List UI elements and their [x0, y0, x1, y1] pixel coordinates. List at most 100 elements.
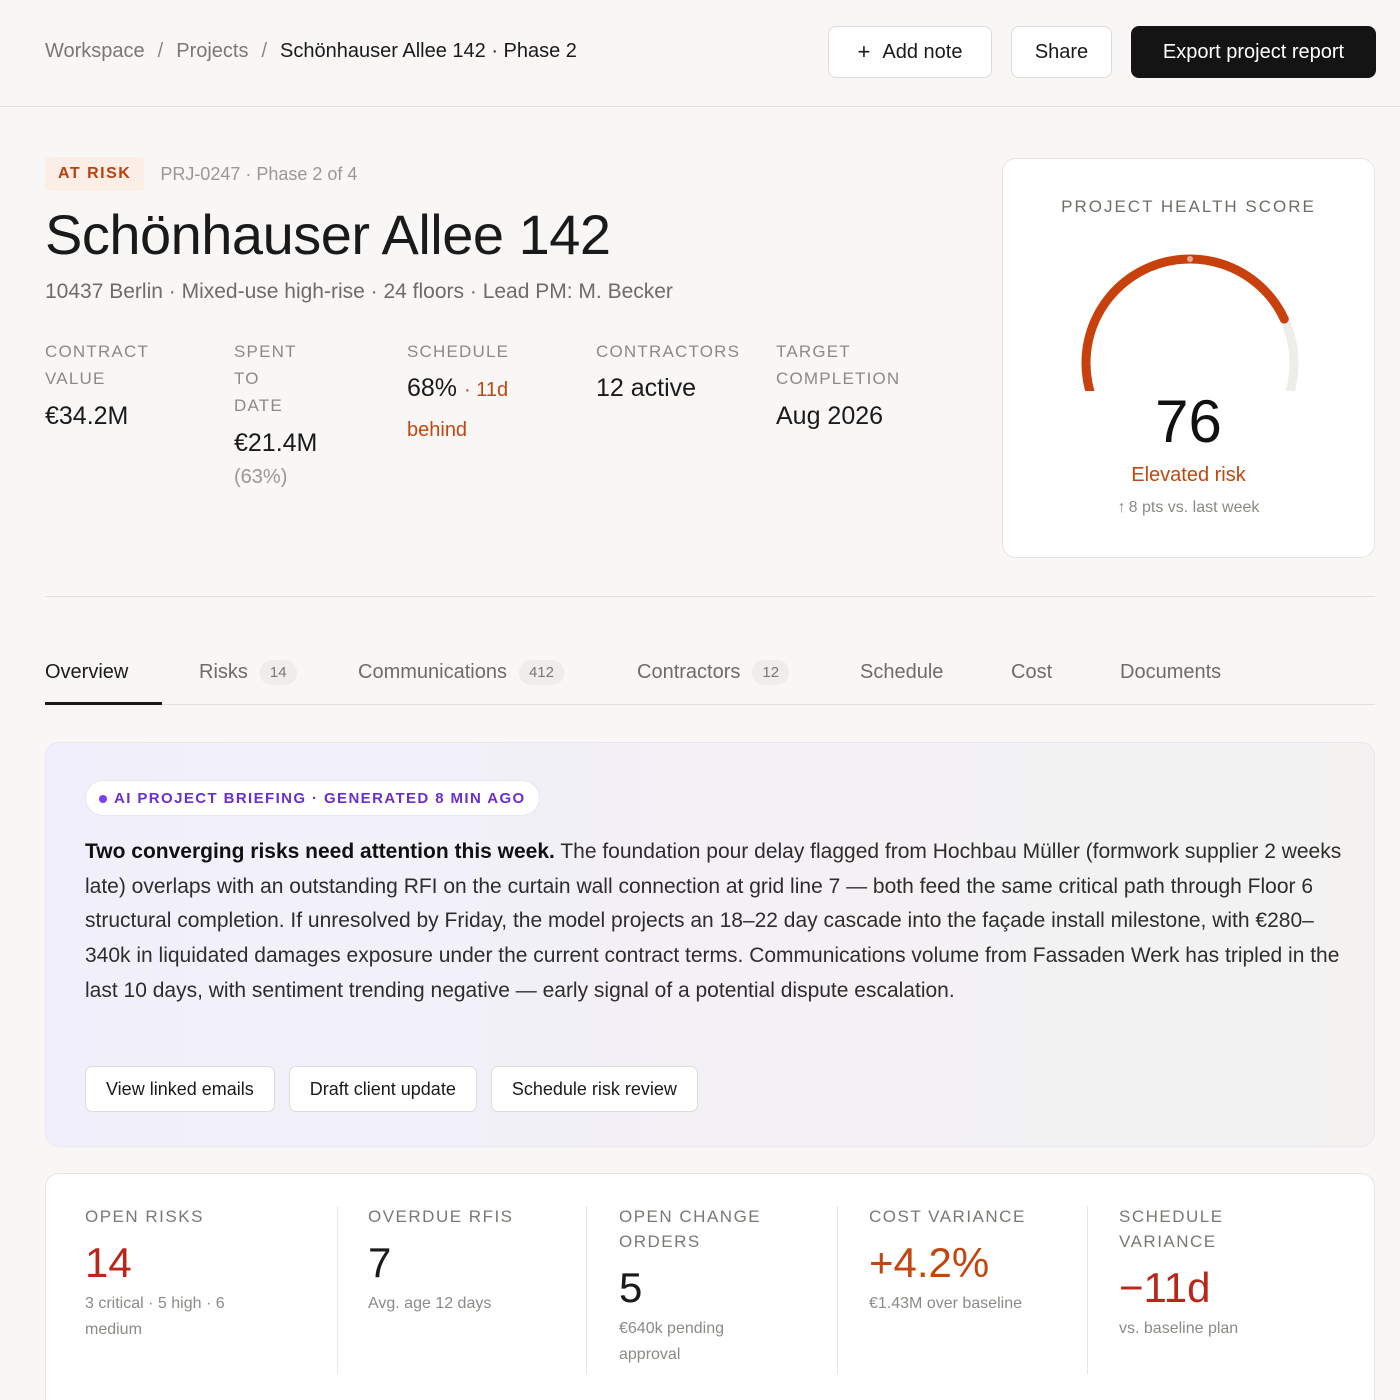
stat-label: SCHEDULE	[407, 342, 510, 361]
schedule-percent: 68%	[407, 374, 458, 402]
stat-value: 12 active	[596, 374, 697, 402]
breadcrumb-separator: /	[157, 40, 164, 62]
schedule-behind: · 11d	[464, 379, 509, 401]
stat-label-line: CONTRACT	[45, 342, 150, 361]
stat-value: €21.4M	[234, 429, 318, 457]
metric-note: 3 critical · 5 high · 6 medium	[85, 1291, 295, 1343]
metric-value: +4.2%	[869, 1239, 990, 1286]
metric-value: 14	[85, 1239, 132, 1286]
stat-label-line: SPENT TO	[234, 342, 297, 388]
metric-divider	[1087, 1206, 1088, 1374]
tab-count-badge: 14	[259, 659, 297, 685]
view-linked-emails-button[interactable]: View linked emails	[85, 1066, 275, 1112]
health-delta-text: 8 pts vs. last week	[1128, 499, 1260, 516]
top-bar: Workspace / Projects / Schönhauser Allee…	[0, 0, 1400, 107]
stat-label-line: VALUE	[45, 369, 106, 388]
section-divider	[45, 596, 1375, 597]
add-note-label: Add note	[882, 40, 963, 63]
tab-label: Schedule	[860, 660, 944, 683]
page-title: Schönhauser Allee 142	[45, 203, 611, 266]
metric-note-line: approval	[619, 1346, 681, 1363]
tab-label: Contractors	[637, 660, 741, 683]
metric-value: 5	[619, 1264, 643, 1311]
ai-briefing-panel: AI PROJECT BRIEFING · GENERATED 8 MIN AG…	[45, 742, 1375, 1147]
metric-value: −11d	[1119, 1264, 1211, 1311]
tab-label: Risks	[199, 660, 248, 683]
ai-briefing-actions: View linked emails Draft client update S…	[85, 1066, 698, 1112]
stat-value: €34.2M	[45, 402, 129, 430]
arrow-up-icon: ↑	[1117, 499, 1126, 516]
metric-divider	[586, 1206, 587, 1374]
metric-overdue-rfis[interactable]: OVERDUE RFIS 7 Avg. age 12 days	[368, 1204, 578, 1317]
stat-label: CONTRACTORS	[596, 342, 741, 361]
metric-note-line: 3 critical · 5 high · 6	[85, 1295, 225, 1312]
metric-note-line: medium	[85, 1321, 142, 1338]
metric-label-line: VARIANCE	[1119, 1232, 1217, 1251]
add-note-button[interactable]: + Add note	[828, 26, 992, 78]
tab-label: Overview	[45, 660, 129, 683]
metrics-panel: OPEN RISKS 14 3 critical · 5 high · 6 me…	[45, 1173, 1375, 1400]
gauge-marker	[1187, 256, 1193, 262]
metric-label-line: SCHEDULE	[1119, 1207, 1224, 1226]
health-gauge	[1081, 254, 1299, 391]
tab-contractors[interactable]: Contractors 12	[637, 658, 790, 686]
metric-note: Avg. age 12 days	[368, 1295, 492, 1312]
stat-label: CONTRACT VALUE	[45, 338, 149, 392]
top-actions: + Add note Share Export project report	[828, 26, 1376, 78]
status-row: AT RISK PRJ-0247 · Phase 2 of 4	[45, 157, 357, 191]
ai-briefing-headline: Two converging risks need attention this…	[85, 840, 555, 863]
health-score: 76	[1155, 388, 1222, 455]
health-state: Elevated risk	[1131, 464, 1246, 486]
metric-label: OPEN CHANGE ORDERS	[619, 1204, 829, 1254]
breadcrumb-projects[interactable]: Projects	[176, 40, 248, 63]
ai-briefing-body: The foundation pour delay flagged from H…	[85, 840, 1342, 1002]
tab-bar: Overview Risks 14 Communications 412 Con…	[45, 640, 1375, 705]
stat-label-line: COMPLETION	[776, 369, 901, 388]
metric-note: €1.43M over baseline	[869, 1295, 1022, 1312]
metric-label: OPEN RISKS	[85, 1207, 204, 1226]
metric-label: COST VARIANCE	[869, 1207, 1026, 1226]
tab-cost[interactable]: Cost	[1011, 658, 1052, 686]
breadcrumb-current: Schönhauser Allee 142 · Phase 2	[280, 40, 577, 62]
status-dot-icon	[99, 795, 107, 803]
tab-risks[interactable]: Risks 14	[199, 658, 297, 686]
metric-label-line: OPEN CHANGE	[619, 1207, 762, 1226]
schedule-risk-review-button[interactable]: Schedule risk review	[490, 1066, 698, 1112]
share-button[interactable]: Share	[1011, 26, 1112, 78]
stat-note: (63%)	[234, 466, 288, 488]
metric-label-line: ORDERS	[619, 1232, 701, 1251]
export-report-button[interactable]: Export project report	[1131, 26, 1376, 78]
health-title: PROJECT HEALTH SCORE	[1061, 197, 1316, 216]
active-tab-indicator	[45, 702, 162, 705]
metric-note: vs. baseline plan	[1119, 1320, 1239, 1337]
draft-client-update-button[interactable]: Draft client update	[288, 1066, 477, 1112]
tab-communications[interactable]: Communications 412	[358, 658, 564, 686]
ai-briefing-tag: AI PROJECT BRIEFING · GENERATED 8 MIN AG…	[85, 780, 540, 816]
tab-overview[interactable]: Overview	[45, 658, 128, 686]
metric-open-risks[interactable]: OPEN RISKS 14 3 critical · 5 high · 6 me…	[85, 1204, 295, 1343]
stat-spent-to-date: SPENT TO DATE €21.4M (63%)	[234, 338, 317, 489]
stat-contract-value: CONTRACT VALUE €34.2M	[45, 338, 149, 431]
gauge-fill	[1081, 254, 1289, 391]
metric-note-line: €640k pending	[619, 1320, 724, 1337]
metric-schedule-variance[interactable]: SCHEDULE VARIANCE −11d vs. baseline plan	[1119, 1204, 1329, 1342]
project-id: PRJ-0247 · Phase 2 of 4	[160, 163, 358, 184]
metric-label: OVERDUE RFIS	[368, 1207, 514, 1226]
status-badge: AT RISK	[45, 157, 145, 191]
metric-label: SCHEDULE VARIANCE	[1119, 1204, 1329, 1254]
tab-count-badge: 12	[752, 659, 790, 685]
stat-label-line: TARGET	[776, 342, 851, 361]
stat-schedule: SCHEDULE 68% · 11d behind	[407, 338, 509, 449]
stat-contractors: CONTRACTORS 12 active	[596, 338, 740, 403]
tab-documents[interactable]: Documents	[1120, 658, 1221, 686]
breadcrumb-workspace[interactable]: Workspace	[45, 40, 145, 63]
metric-open-change-orders[interactable]: OPEN CHANGE ORDERS 5 €640k pending appro…	[619, 1204, 829, 1368]
tab-label: Documents	[1120, 660, 1222, 683]
health-delta: ↑ 8 pts vs. last week	[1003, 499, 1374, 517]
plus-icon: +	[857, 39, 871, 64]
tab-schedule[interactable]: Schedule	[860, 658, 943, 686]
metric-cost-variance[interactable]: COST VARIANCE +4.2% €1.43M over baseline	[869, 1204, 1079, 1317]
metric-note: €640k pending approval	[619, 1316, 829, 1368]
breadcrumb: Workspace / Projects / Schönhauser Allee…	[45, 40, 577, 63]
gauge-track	[1081, 254, 1299, 391]
